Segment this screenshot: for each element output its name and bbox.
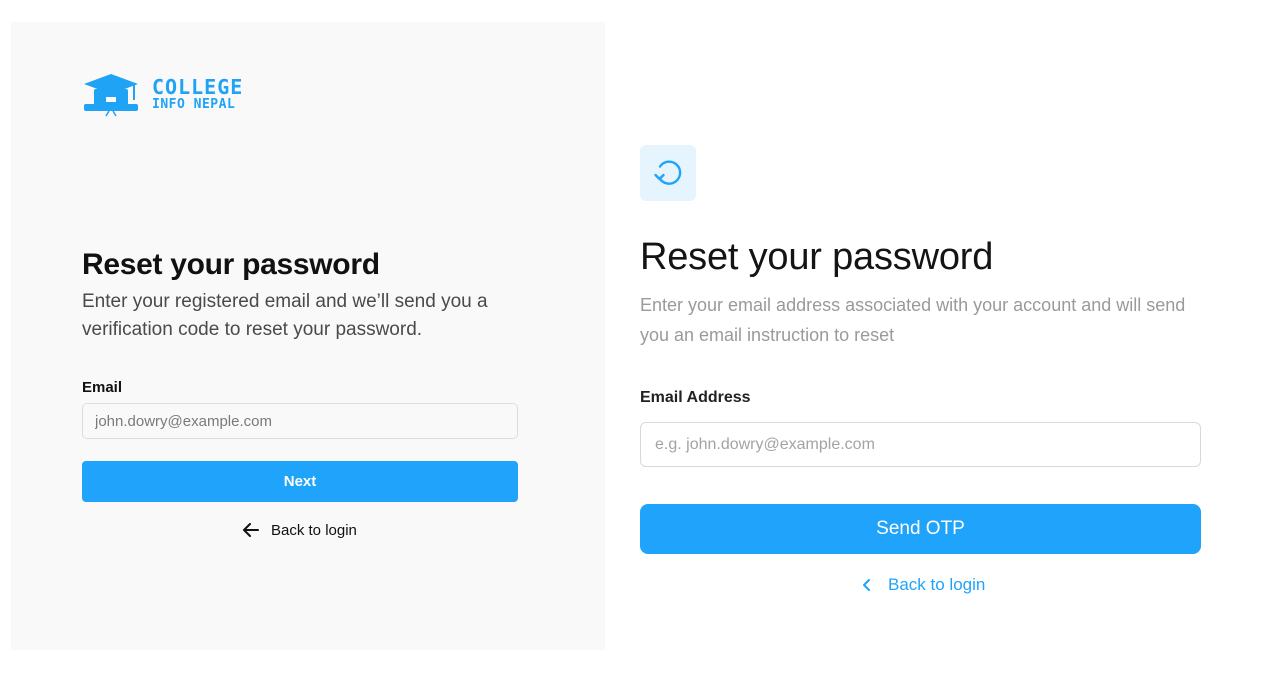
page: COLLEGE INFO NEPAL Reset your password E…: [0, 0, 1262, 692]
left-reset-panel: COLLEGE INFO NEPAL Reset your password E…: [11, 22, 605, 650]
page-subtitle-alt: Enter your email address associated with…: [640, 295, 1186, 345]
chevron-left-icon: [863, 579, 870, 591]
back-to-login-label: Back to login: [271, 521, 357, 539]
logo-text-info-nepal: INFO NEPAL: [152, 97, 236, 112]
email-address-field[interactable]: [640, 422, 1201, 467]
back-to-login-label-alt: Back to login: [888, 575, 986, 594]
back-to-login-link-alt[interactable]: Back to login: [860, 575, 985, 595]
reset-icon-badge: [640, 145, 696, 201]
send-otp-button[interactable]: Send OTP: [640, 504, 1201, 554]
next-button[interactable]: Next: [82, 461, 518, 502]
page-title: Reset your password: [82, 248, 380, 281]
graduation-cap-icon: [84, 74, 138, 117]
email-label: Email: [82, 379, 123, 396]
refresh-icon: [654, 160, 682, 185]
page-title-alt: Reset your password: [640, 236, 994, 278]
college-info-nepal-logo: COLLEGE INFO NEPAL: [82, 70, 243, 118]
arrow-left-icon: [243, 523, 259, 537]
email-field[interactable]: [82, 403, 518, 439]
page-subtitle: Enter your registered email and we’ll se…: [82, 291, 488, 340]
back-to-login-link[interactable]: Back to login: [241, 520, 357, 540]
logo-text-college: COLLEGE: [152, 75, 244, 99]
email-address-label: Email Address: [640, 389, 751, 406]
